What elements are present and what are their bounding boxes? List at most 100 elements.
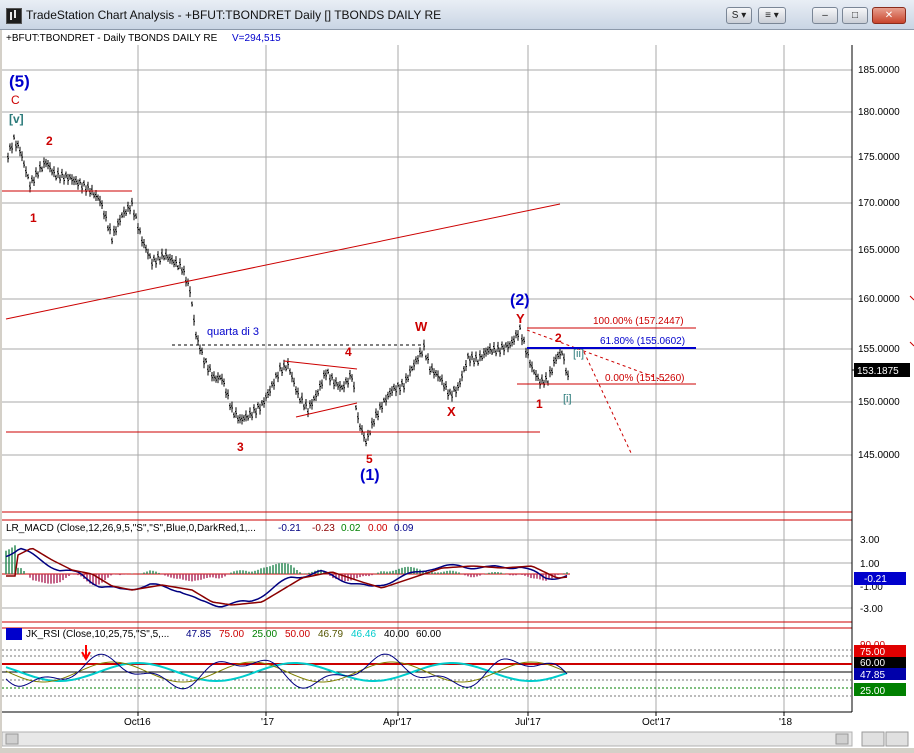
macd-tick: -3.00	[860, 604, 883, 615]
price-bar	[527, 349, 529, 359]
price-bar	[535, 370, 537, 381]
price-bar	[263, 397, 265, 408]
rsi-indicator-label[interactable]: JK_RSI (Close,10,25,75,"S",5,...	[26, 629, 169, 640]
macd-tick: 1.00	[860, 559, 880, 570]
wave-label-3: 3	[237, 440, 244, 454]
price-bar	[99, 195, 101, 207]
price-bar	[31, 175, 33, 184]
wave-label-1: 1	[30, 211, 37, 225]
zoom-out-button[interactable]	[861, 731, 885, 747]
rsi-badge-75-text: 75.00	[860, 647, 885, 658]
price-bar	[197, 335, 199, 345]
price-bar	[561, 350, 563, 356]
long-trendline[interactable]	[5, 203, 561, 320]
chart-window[interactable]: +BFUT:TBONDRET - Daily TBONDS DAILY RE V…	[1, 30, 914, 748]
price-bar	[303, 403, 305, 411]
price-bar	[429, 366, 431, 375]
price-bar	[241, 414, 243, 425]
price-bar	[149, 253, 151, 259]
price-bar	[13, 134, 15, 140]
price-bar	[117, 218, 119, 228]
triangle-lower-line[interactable]	[295, 402, 358, 418]
price-bar	[407, 374, 409, 382]
minimize-button[interactable]: –	[812, 7, 838, 24]
price-bar	[195, 331, 197, 340]
price-bar	[273, 378, 275, 390]
price-bar	[41, 166, 43, 173]
price-bar	[503, 344, 505, 356]
maximize-button[interactable]: □	[842, 7, 868, 24]
price-bar	[37, 171, 39, 179]
price-bar	[285, 365, 287, 372]
window-list-button[interactable]: ≡ ▾	[758, 7, 786, 24]
price-bar	[555, 354, 557, 364]
macd-value: -0.23	[312, 523, 335, 534]
horizontal-scrollbar[interactable]	[1, 731, 853, 747]
time-axis[interactable]: Oct16 '17 Apr'17 Jul'17 Oct'17 '18	[124, 717, 792, 728]
price-bars[interactable]	[7, 134, 569, 447]
price-bar	[253, 404, 255, 414]
price-bar	[105, 211, 107, 222]
wave-label-2: 2	[46, 134, 53, 148]
price-bar	[43, 157, 45, 169]
price-bar	[289, 368, 291, 375]
symbol-link-label: S	[731, 10, 739, 21]
rsi-value: 60.00	[416, 629, 441, 640]
wave-label-2-major: (2)	[510, 292, 530, 309]
time-tick: Oct16	[124, 717, 151, 728]
trendlines[interactable]	[2, 190, 696, 456]
price-bar	[559, 348, 561, 360]
price-axis[interactable]: 185.0000 180.0000 175.0000 170.0000 165.…	[858, 65, 900, 461]
scroll-left-arrow-icon[interactable]	[5, 733, 19, 745]
price-bar	[221, 373, 223, 385]
price-bar	[125, 209, 127, 216]
price-bar	[39, 161, 41, 173]
price-bar	[265, 392, 267, 402]
price-bar	[203, 357, 205, 369]
price-bar	[335, 377, 337, 387]
price-tick: 185.0000	[858, 65, 900, 76]
price-bar	[177, 265, 179, 271]
price-bar	[77, 179, 79, 190]
macd-last-value: -0.21	[864, 574, 887, 585]
price-bar	[61, 168, 63, 178]
price-bar	[155, 257, 157, 268]
price-bar	[49, 162, 51, 173]
scroll-right-arrow-icon[interactable]	[835, 733, 849, 745]
macd-indicator-label[interactable]: LR_MACD (Close,12,26,9,5,"S","S",Blue,0,…	[6, 523, 256, 534]
price-bar	[171, 255, 173, 265]
price-bar	[563, 353, 565, 365]
time-tick: '18	[779, 717, 792, 728]
grid	[2, 45, 852, 712]
price-bar	[225, 388, 227, 398]
price-bar	[551, 367, 553, 376]
price-bar	[11, 142, 13, 154]
price-bar	[395, 385, 397, 397]
tradestation-app-icon	[6, 8, 22, 24]
price-bar	[287, 358, 289, 370]
symbol-link-button[interactable]: S ▾	[726, 7, 752, 24]
price-tick: 180.0000	[858, 107, 900, 118]
triangle-upper-line[interactable]	[283, 360, 358, 370]
price-bar	[25, 166, 27, 178]
chart-canvas[interactable]: +BFUT:TBONDRET - Daily TBONDS DAILY RE V…	[1, 30, 914, 748]
macd-values: -0.21 -0.23 0.02 0.00 0.09	[278, 523, 414, 534]
price-bar	[325, 369, 327, 381]
wave-label-x: X	[447, 404, 456, 419]
minimize-icon: –	[822, 10, 828, 21]
rsi-value: 50.00	[285, 629, 310, 640]
price-bar	[567, 370, 569, 381]
wave-labels: (5) C [v] 2 1 3 4 5 (1) W X Y (2) 1 2 [i…	[9, 72, 584, 484]
price-bar	[119, 214, 121, 226]
price-tick: 155.0000	[858, 344, 900, 355]
wave-label-5: 5	[366, 452, 373, 466]
projection-line-2[interactable]	[583, 351, 633, 456]
macd-value: 0.09	[394, 523, 414, 534]
price-bar	[411, 365, 413, 372]
price-bar	[281, 367, 283, 376]
wave-label-w: W	[415, 319, 428, 334]
price-bar	[295, 386, 297, 395]
close-button[interactable]: ✕	[872, 7, 906, 24]
price-bar	[243, 414, 245, 422]
zoom-in-button[interactable]	[885, 731, 909, 747]
